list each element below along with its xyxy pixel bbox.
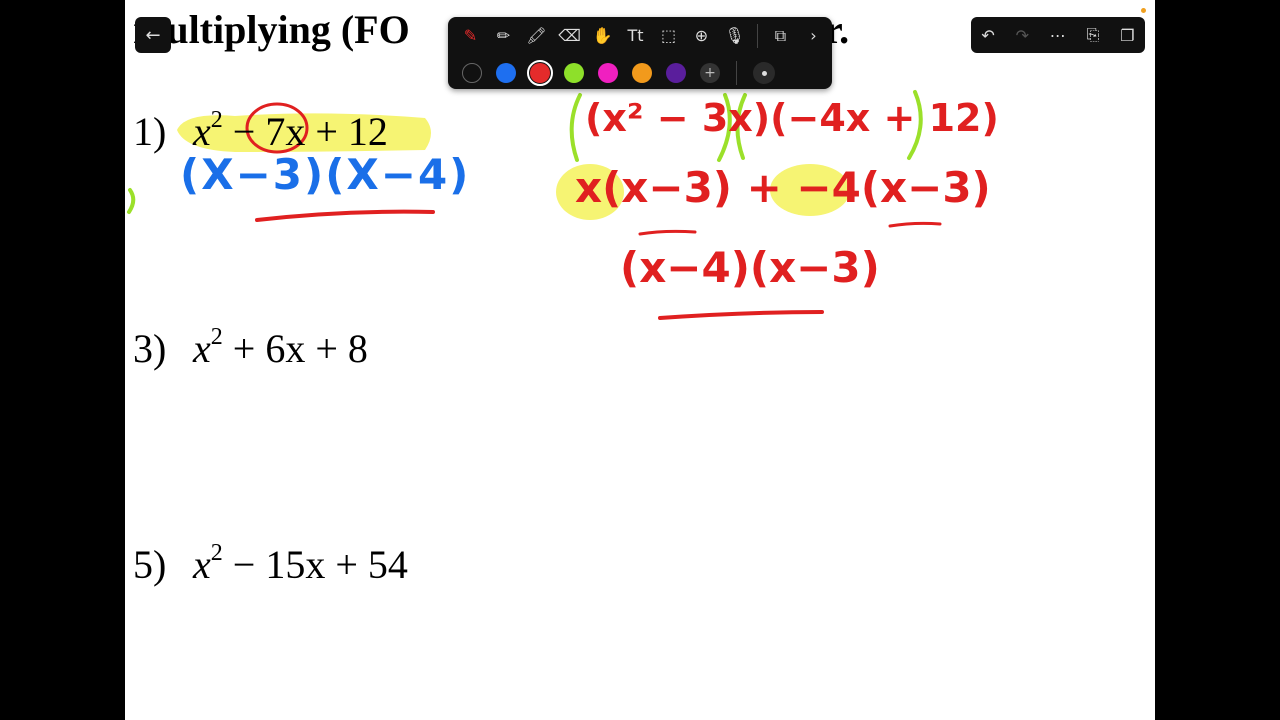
problem-5: 5) x2 − 15x + 54 <box>133 539 408 588</box>
undo-icon[interactable]: ↶ <box>981 26 994 45</box>
toolbar-divider <box>757 23 758 48</box>
color-magenta[interactable] <box>598 63 618 83</box>
page-actions-bar: ↶ ↷ ⋯ ⎘ ❐ <box>971 17 1145 53</box>
redo-icon[interactable]: ↷ <box>1016 26 1029 45</box>
handwritten-blue-answer: (X−3)(X−4) <box>180 150 471 199</box>
pencil-icon[interactable]: ✏ <box>491 23 516 48</box>
drawing-toolbar: ✎ ✏ 🖍 ⌫ ✋ Tt ⬚ ⊕ 🎙 ⧉ › + <box>448 17 832 89</box>
chevron-right-icon[interactable]: › <box>801 23 826 48</box>
text-icon[interactable]: Tt <box>623 23 648 48</box>
problem-1-base: x <box>193 109 211 154</box>
microphone-icon[interactable]: 🎙 <box>722 23 747 48</box>
color-row: + <box>462 60 775 86</box>
problem-1: 1) x2 − 7x + 12 <box>133 106 388 155</box>
recording-indicator <box>1141 8 1146 13</box>
eraser-icon[interactable]: ⌫ <box>557 23 582 48</box>
tool-row: ✎ ✏ 🖍 ⌫ ✋ Tt ⬚ ⊕ 🎙 ⧉ › <box>458 23 826 48</box>
selection-icon[interactable]: ⬚ <box>656 23 681 48</box>
problem-3-exponent: 2 <box>210 323 223 350</box>
handwritten-step-1: (x² − 3x)(−4x + 12) <box>585 96 999 140</box>
color-black[interactable] <box>462 63 482 83</box>
color-red[interactable] <box>527 60 553 86</box>
stroke-dot-icon <box>761 70 767 76</box>
problem-3-number: 3) <box>133 326 167 371</box>
add-icon[interactable]: ⊕ <box>689 23 714 48</box>
more-icon[interactable]: ⋯ <box>1050 26 1066 45</box>
problem-3-base: x <box>193 326 211 371</box>
add-color-icon[interactable]: + <box>700 63 720 83</box>
handwritten-step-3: (x−4)(x−3) <box>620 243 880 292</box>
export-icon[interactable]: ⎘ <box>1087 25 1100 45</box>
problem-1-exponent: 2 <box>210 106 223 133</box>
green-mark <box>127 188 136 214</box>
problem-3: 3) x2 + 6x + 8 <box>133 323 368 372</box>
handwritten-step-2: x(x−3) + −4(x−3) <box>575 163 991 212</box>
underline-final-answer <box>658 310 824 320</box>
problem-5-rest: − 15x + 54 <box>222 542 408 587</box>
highlighter-icon[interactable]: 🖍 <box>524 23 549 48</box>
color-orange[interactable] <box>632 63 652 83</box>
problem-5-exponent: 2 <box>210 539 223 566</box>
underline-x-minus-3-a <box>638 229 697 236</box>
back-button[interactable]: ← <box>135 17 171 53</box>
pages-icon[interactable]: ❐ <box>1120 26 1134 45</box>
document-page[interactable]: multiplying (FO r. 1) x2 − 7x + 12 3) x2 +… <box>125 0 1155 720</box>
lasso-icon[interactable]: ✋ <box>590 23 615 48</box>
color-green[interactable] <box>564 63 584 83</box>
underline-x-minus-3-b <box>888 221 942 228</box>
problem-5-base: x <box>193 542 211 587</box>
underline-blue-answer <box>255 209 435 222</box>
color-blue[interactable] <box>496 63 516 83</box>
problem-1-rest: − 7x + 12 <box>222 109 388 154</box>
toolbar-divider-2 <box>736 61 737 85</box>
shape-icon[interactable]: ⧉ <box>768 23 793 48</box>
problem-1-number: 1) <box>133 109 167 154</box>
stroke-size-button[interactable] <box>753 62 775 84</box>
problem-3-rest: + 6x + 8 <box>222 326 368 371</box>
problem-5-number: 5) <box>133 542 167 587</box>
pen-icon[interactable]: ✎ <box>458 23 483 48</box>
color-purple[interactable] <box>666 63 686 83</box>
arrow-left-icon: ← <box>145 24 161 46</box>
green-paren-1 <box>569 93 582 162</box>
